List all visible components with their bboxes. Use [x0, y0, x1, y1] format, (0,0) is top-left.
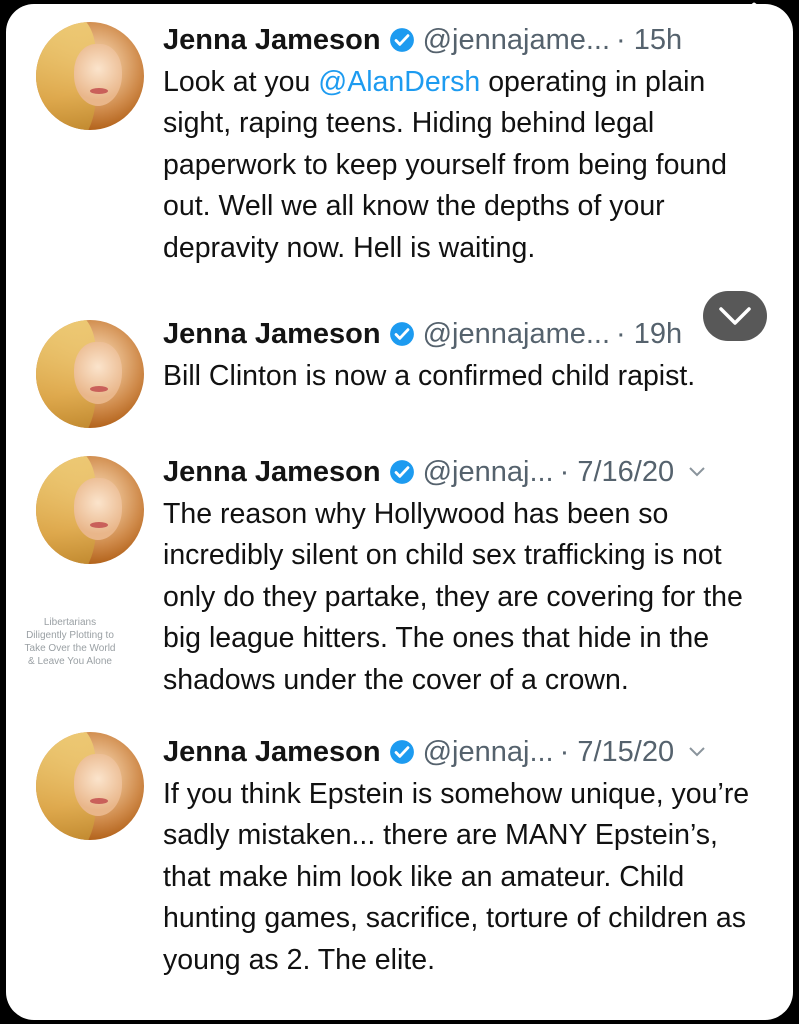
verified-badge-icon [389, 460, 414, 484]
display-name[interactable]: Jenna Jameson [163, 736, 381, 769]
handle[interactable]: @jennaj... [423, 736, 554, 769]
chevron-down-icon[interactable] [688, 746, 706, 758]
screenshot-card: Jenna Jameson @jennajame... · 15h Look a… [6, 4, 793, 1020]
timestamp[interactable]: · 7/16/20 [560, 456, 674, 489]
handle[interactable]: @jennaj... [423, 456, 554, 489]
watermark: Libertarians Diligently Plotting to Take… [24, 617, 116, 667]
chevron-down-icon[interactable] [688, 466, 706, 478]
avatar[interactable] [36, 22, 144, 130]
handle[interactable]: @jennajame... [423, 24, 610, 57]
display-name[interactable]: Jenna Jameson [163, 318, 381, 351]
verified-badge-icon [389, 28, 414, 52]
mention-link[interactable]: @AlanDersh [318, 66, 480, 98]
display-name[interactable]: Jenna Jameson [163, 456, 381, 489]
timestamp[interactable]: · 15h [616, 24, 682, 57]
handle[interactable]: @jennajame... [423, 318, 610, 351]
tweet-header: Jenna Jameson @jennajame... · 19h [163, 312, 682, 356]
tweet-header: Jenna Jameson @jennajame... · 15h [163, 18, 682, 62]
tweet-header: Jenna Jameson @jennaj... · 7/15/20 [163, 730, 706, 774]
pencil-icon[interactable] [708, 0, 768, 38]
avatar[interactable] [36, 320, 144, 428]
tweet-text: The reason why Hollywood has been so inc… [163, 498, 743, 696]
sticker-icon[interactable] [708, 94, 762, 148]
tweet-text: Bill Clinton is now a confirmed child ra… [163, 360, 696, 392]
chevron-down-icon [719, 307, 751, 325]
avatar[interactable] [36, 456, 144, 564]
camera-icon[interactable] [708, 196, 762, 246]
tweet-text: Look at you @AlanDersh operating in plai… [163, 66, 727, 264]
verified-badge-icon [389, 322, 414, 346]
tweet-text: If you think Epstein is somehow unique, … [163, 778, 750, 976]
timestamp[interactable]: · 19h [616, 318, 682, 351]
timestamp[interactable]: · 7/15/20 [560, 736, 674, 769]
verified-badge-icon [389, 740, 414, 764]
avatar[interactable] [36, 732, 144, 840]
tweet-header: Jenna Jameson @jennaj... · 7/16/20 [163, 450, 706, 494]
display-name[interactable]: Jenna Jameson [163, 24, 381, 57]
collapse-button[interactable] [703, 291, 767, 341]
